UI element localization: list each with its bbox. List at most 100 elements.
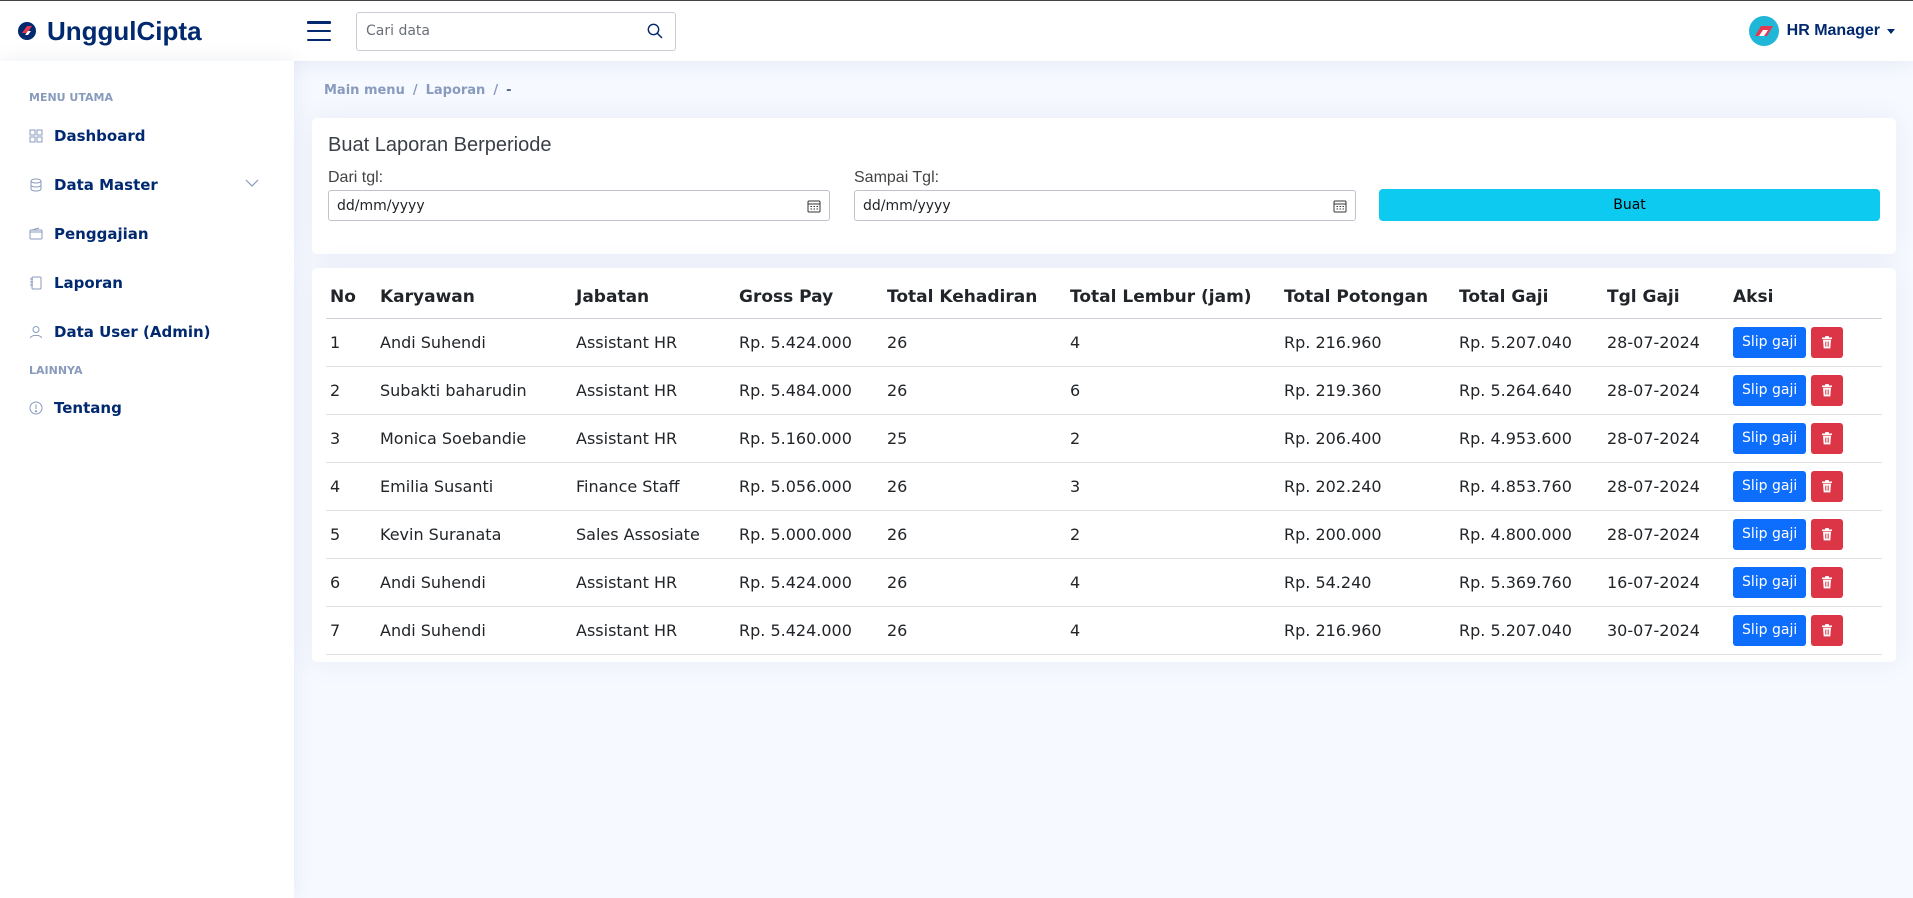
table-cell: Rp. 5.160.000: [735, 414, 883, 463]
delete-button[interactable]: [1811, 614, 1844, 646]
breadcrumb-main-menu[interactable]: Main menu: [324, 83, 405, 98]
table-cell: 26: [883, 606, 1066, 655]
slip-gaji-button[interactable]: Slip gaji: [1733, 470, 1807, 502]
action-cell: Slip gaji: [1729, 510, 1882, 559]
table-cell: 28-07-2024: [1603, 318, 1729, 367]
slip-gaji-button[interactable]: Slip gaji: [1733, 374, 1807, 406]
table-cell: Rp. 5.424.000: [735, 318, 883, 367]
col-header: Total Potongan: [1280, 276, 1455, 319]
sidebar-item-label: Data Master: [54, 176, 158, 194]
slip-gaji-button[interactable]: Slip gaji: [1733, 326, 1807, 358]
sidebar-item-label: Dashboard: [54, 127, 146, 145]
table-cell: Subakti baharudin: [376, 366, 572, 415]
breadcrumb-current: -: [506, 83, 512, 98]
brand-logo[interactable]: UnggulCipta: [17, 16, 295, 47]
trash-icon: [1822, 431, 1833, 444]
table-cell: Rp. 5.264.640: [1455, 366, 1603, 415]
table-cell: Rp. 219.360: [1280, 366, 1455, 415]
delete-button[interactable]: [1811, 470, 1844, 502]
table-cell: Rp. 54.240: [1280, 558, 1455, 607]
sidebar-item-laporan[interactable]: Laporan: [29, 270, 259, 296]
sidebar-item-label: Data User (Admin): [54, 323, 211, 341]
breadcrumb-laporan[interactable]: Laporan: [426, 83, 486, 98]
table-cell: Assistant HR: [572, 414, 735, 463]
brand-name: UnggulCipta: [47, 15, 202, 46]
table-cell: Rp. 5.424.000: [735, 558, 883, 607]
table-cell: Rp. 216.960: [1280, 606, 1455, 655]
col-header: Jabatan: [572, 276, 735, 319]
menu-toggle-icon[interactable]: [307, 21, 331, 41]
nav-heading-main: MENU UTAMA: [29, 91, 113, 104]
slip-gaji-button[interactable]: Slip gaji: [1733, 422, 1807, 454]
table-cell: Rp. 5.484.000: [735, 366, 883, 415]
profile-name: HR Manager: [1786, 22, 1880, 39]
table-cell: Assistant HR: [572, 558, 735, 607]
create-report-button[interactable]: Buat: [1379, 189, 1880, 221]
table-cell: 6: [326, 558, 376, 607]
table-row: 4 Emilia Susanti Finance Staff Rp. 5.056.00…: [326, 462, 1882, 511]
table-cell: Sales Assosiate: [572, 510, 735, 559]
sidebar-item-label: Penggajian: [54, 225, 149, 243]
calendar-icon[interactable]: [1333, 199, 1347, 213]
table-cell: Andi Suhendi: [376, 318, 572, 367]
from-date-input[interactable]: dd/mm/yyyy: [328, 190, 830, 221]
table-row: 7 Andi Suhendi Assistant HR Rp. 5.424.000 26…: [326, 606, 1882, 655]
table-cell: 7: [326, 606, 376, 655]
info-circle-icon: [29, 401, 43, 415]
table-cell: 26: [883, 366, 1066, 415]
search-icon[interactable]: [644, 20, 666, 42]
slip-gaji-button[interactable]: Slip gaji: [1733, 566, 1807, 598]
payroll-table-card: No Karyawan Jabatan Gross Pay Total Keha…: [312, 268, 1896, 662]
table-row: 3 Monica Soebandie Assistant HR Rp. 5.160.0…: [326, 414, 1882, 463]
sidebar-item-tentang[interactable]: Tentang: [29, 395, 259, 421]
table-cell: Rp. 5.424.000: [735, 606, 883, 655]
slip-gaji-button[interactable]: Slip gaji: [1733, 614, 1807, 646]
table-cell: 16-07-2024: [1603, 558, 1729, 607]
period-report-card: Buat Laporan Berperiode Dari tgl: dd/mm/…: [312, 118, 1896, 254]
payroll-table: No Karyawan Jabatan Gross Pay Total Keha…: [326, 276, 1882, 655]
table-cell: 28-07-2024: [1603, 510, 1729, 559]
to-date-input[interactable]: dd/mm/yyyy: [854, 190, 1356, 221]
trash-icon: [1822, 527, 1833, 540]
trash-icon: [1822, 479, 1833, 492]
delete-button[interactable]: [1811, 566, 1844, 598]
table-cell: Rp. 202.240: [1280, 462, 1455, 511]
col-header: Gross Pay: [735, 276, 883, 319]
col-header: Karyawan: [376, 276, 572, 319]
col-header: Total Kehadiran: [883, 276, 1066, 319]
search-bar: [356, 11, 676, 51]
delete-button[interactable]: [1811, 518, 1844, 550]
table-cell: 26: [883, 558, 1066, 607]
action-cell: Slip gaji: [1729, 462, 1882, 511]
wallet-icon: [29, 227, 43, 241]
database-icon: [29, 178, 43, 192]
table-cell: 4: [1066, 558, 1280, 607]
profile-dropdown[interactable]: HR Manager: [1748, 16, 1895, 46]
table-header-row: No Karyawan Jabatan Gross Pay Total Keha…: [326, 276, 1882, 319]
search-input[interactable]: [366, 23, 644, 39]
sidebar-item-dashboard[interactable]: Dashboard: [29, 123, 259, 149]
delete-button[interactable]: [1811, 422, 1844, 454]
table-cell: 5: [326, 510, 376, 559]
trash-icon: [1822, 623, 1833, 636]
sidebar-item-penggajian[interactable]: Penggajian: [29, 221, 259, 247]
table-cell: 3: [1066, 462, 1280, 511]
col-header: Total Lembur (jam): [1066, 276, 1280, 319]
person-icon: [29, 325, 43, 339]
logo-mark-icon: [18, 22, 36, 40]
table-cell: 4: [1066, 318, 1280, 367]
delete-button[interactable]: [1811, 326, 1844, 358]
card-title: Buat Laporan Berperiode: [328, 134, 552, 156]
sidebar-item-label: Tentang: [54, 399, 122, 417]
from-date-value: dd/mm/yyyy: [337, 197, 425, 214]
sidebar-item-data-user[interactable]: Data User (Admin): [29, 319, 259, 345]
sidebar-item-data-master[interactable]: Data Master: [29, 172, 259, 198]
avatar: [1748, 16, 1779, 46]
col-header: Total Gaji: [1455, 276, 1603, 319]
action-cell: Slip gaji: [1729, 318, 1882, 367]
delete-button[interactable]: [1811, 374, 1844, 406]
slip-gaji-button[interactable]: Slip gaji: [1733, 518, 1807, 550]
table-cell: 28-07-2024: [1603, 366, 1729, 415]
calendar-icon[interactable]: [807, 199, 821, 213]
caret-down-icon: [1887, 28, 1895, 34]
